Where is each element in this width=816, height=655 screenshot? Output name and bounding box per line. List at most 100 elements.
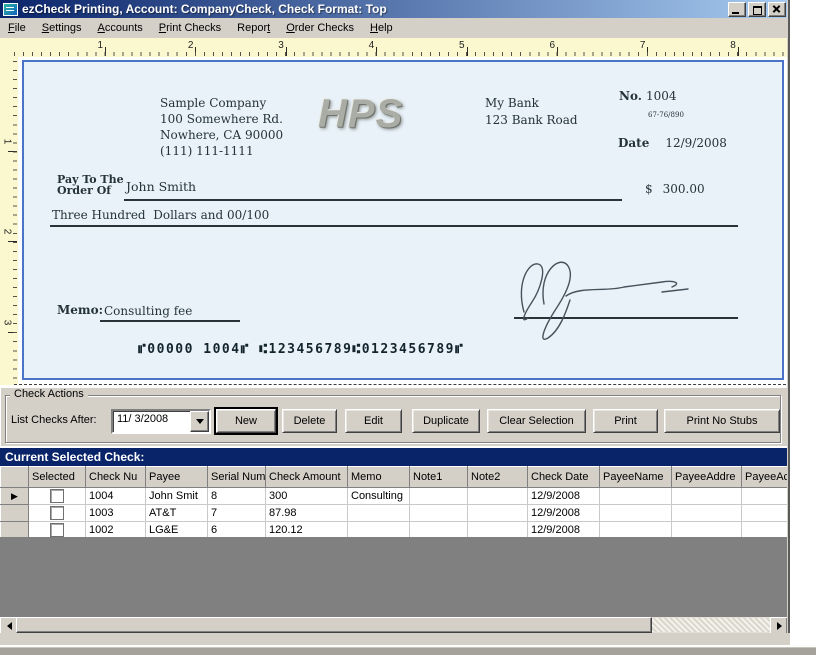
button-print[interactable]: Print bbox=[593, 409, 658, 433]
ruler-number: 7 bbox=[639, 40, 646, 51]
column-header-note2[interactable]: Note2 bbox=[467, 466, 528, 488]
ruler-number: 3 bbox=[278, 40, 284, 51]
column-header-payeeaddre[interactable]: PayeeAddre bbox=[671, 466, 742, 488]
cell-payeeac[interactable] bbox=[741, 521, 788, 539]
list-date-combobox[interactable]: 11/ 3/2008 bbox=[111, 409, 211, 434]
cell-note2[interactable] bbox=[467, 504, 528, 522]
button-print-no-stubs[interactable]: Print No Stubs bbox=[664, 409, 780, 433]
ruler-number: 8 bbox=[730, 40, 736, 51]
menu-help[interactable]: Help bbox=[362, 19, 401, 37]
column-header-payeeac[interactable]: PayeeAc bbox=[741, 466, 788, 488]
button-duplicate[interactable]: Duplicate bbox=[412, 409, 480, 433]
menu-file[interactable]: File bbox=[0, 19, 34, 37]
cell-payee[interactable]: LG&E bbox=[145, 521, 208, 539]
ruler-horizontal: 1 2 3 4 5 6 7 8 bbox=[0, 38, 787, 58]
cell-note2[interactable] bbox=[467, 487, 528, 505]
button-new[interactable]: New bbox=[214, 407, 278, 435]
row-checkbox[interactable] bbox=[50, 506, 64, 520]
close-button[interactable] bbox=[768, 2, 786, 17]
selected-cell[interactable] bbox=[28, 487, 86, 505]
cell-payee[interactable]: John Smit bbox=[145, 487, 208, 505]
column-header-check-nu[interactable]: Check Nu bbox=[85, 466, 146, 488]
row-checkbox[interactable] bbox=[50, 523, 64, 537]
button-clear-selection[interactable]: Clear Selection bbox=[487, 409, 586, 433]
cell-memo[interactable]: Consulting bbox=[347, 487, 410, 505]
menu-print-checks[interactable]: Print Checks bbox=[151, 19, 229, 37]
cell-payeeaddre[interactable] bbox=[671, 487, 742, 505]
menu-report[interactable]: Report bbox=[229, 19, 278, 37]
cell-payeeac[interactable] bbox=[741, 487, 788, 505]
row-selector[interactable] bbox=[0, 504, 29, 522]
check-preview-area: Sample Company 100 Somewhere Rd. Nowhere, … bbox=[18, 57, 787, 389]
payee-underline bbox=[124, 199, 622, 201]
scroll-right-icon bbox=[776, 622, 786, 630]
cell-check-date[interactable]: 12/9/2008 bbox=[527, 504, 600, 522]
cell-check-amount[interactable]: 120.12 bbox=[265, 521, 348, 539]
selected-cell[interactable] bbox=[28, 504, 86, 522]
cell-payee[interactable]: AT&T bbox=[145, 504, 208, 522]
cell-payeename[interactable] bbox=[599, 521, 672, 539]
cell-check-amount[interactable]: 300 bbox=[265, 487, 348, 505]
signature-scribble bbox=[520, 261, 689, 340]
column-header-check-date[interactable]: Check Date bbox=[527, 466, 600, 488]
cell-serial-num[interactable]: 7 bbox=[207, 504, 266, 522]
button-delete[interactable]: Delete bbox=[282, 409, 337, 433]
micr-line: ⑈00000 1004⑈ ⑆123456789⑆0123456789⑈ bbox=[138, 342, 465, 357]
cell-memo[interactable] bbox=[347, 504, 410, 522]
table-row[interactable]: 1002 LG&E 6 120.12 12/9/2008 bbox=[0, 521, 788, 539]
cell-payeeaddre[interactable] bbox=[671, 521, 742, 539]
cell-payeename[interactable] bbox=[599, 504, 672, 522]
menu-settings[interactable]: Settings bbox=[34, 19, 90, 37]
window-title: ezCheck Printing, Account: CompanyCheck,… bbox=[22, 2, 387, 16]
restore-icon bbox=[753, 6, 762, 15]
cell-check-nu[interactable]: 1002 bbox=[85, 521, 146, 539]
column-header-selected[interactable]: Selected bbox=[28, 466, 86, 488]
cell-check-amount[interactable]: 87.98 bbox=[265, 504, 348, 522]
cell-payeename[interactable] bbox=[599, 487, 672, 505]
row-selector[interactable] bbox=[0, 521, 29, 539]
ezcheck-window: ezCheck Printing, Account: CompanyCheck,… bbox=[0, 0, 816, 655]
cell-payeeaddre[interactable] bbox=[671, 504, 742, 522]
cell-check-date[interactable]: 12/9/2008 bbox=[527, 521, 600, 539]
minimize-button[interactable] bbox=[728, 2, 746, 17]
selected-cell[interactable] bbox=[28, 521, 86, 539]
cell-check-nu[interactable]: 1004 bbox=[85, 487, 146, 505]
row-selector[interactable]: ▶ bbox=[0, 487, 29, 505]
column-header-payeename[interactable]: PayeeName bbox=[599, 466, 672, 488]
list-date-value[interactable]: 11/ 3/2008 bbox=[113, 411, 190, 432]
app-icon bbox=[3, 2, 18, 16]
cell-serial-num[interactable]: 6 bbox=[207, 521, 266, 539]
scrollbar-track[interactable] bbox=[652, 618, 770, 632]
column-header-serial-num[interactable]: Serial Num bbox=[207, 466, 266, 488]
cell-note1[interactable] bbox=[409, 521, 468, 539]
cell-check-nu[interactable]: 1003 bbox=[85, 504, 146, 522]
table-row[interactable]: ▶ 1004 John Smit 8 300 Consulting 12/9/2008 bbox=[0, 487, 788, 505]
cell-note1[interactable] bbox=[409, 487, 468, 505]
scrollbar-thumb[interactable] bbox=[16, 617, 652, 633]
column-header-check-amount[interactable]: Check Amount bbox=[265, 466, 348, 488]
cell-payeeac[interactable] bbox=[741, 504, 788, 522]
cell-note2[interactable] bbox=[467, 521, 528, 539]
cell-note1[interactable] bbox=[409, 504, 468, 522]
check-paper[interactable]: Sample Company 100 Somewhere Rd. Nowhere, … bbox=[22, 60, 784, 380]
restore-button[interactable] bbox=[748, 2, 766, 17]
column-header-payee[interactable]: Payee bbox=[145, 466, 208, 488]
column-header-memo[interactable]: Memo bbox=[347, 466, 410, 488]
window-bottom-strip bbox=[0, 633, 790, 645]
button-edit[interactable]: Edit bbox=[345, 409, 402, 433]
menu-order-checks[interactable]: Order Checks bbox=[278, 19, 362, 37]
combo-dropdown-button[interactable] bbox=[190, 411, 209, 432]
column-header-note1[interactable]: Note1 bbox=[409, 466, 468, 488]
table-row[interactable]: 1003 AT&T 7 87.98 12/9/2008 bbox=[0, 504, 788, 522]
cell-check-date[interactable]: 12/9/2008 bbox=[527, 487, 600, 505]
ruler-number: 4 bbox=[368, 40, 375, 51]
row-checkbox[interactable] bbox=[50, 489, 64, 503]
ruler-number: 5 bbox=[459, 40, 465, 51]
horizontal-scrollbar[interactable] bbox=[0, 617, 788, 635]
cell-memo[interactable] bbox=[347, 521, 410, 539]
ruler-major-tick bbox=[8, 331, 17, 333]
menu-accounts[interactable]: Accounts bbox=[90, 19, 151, 37]
logo-watermark: HPS bbox=[318, 92, 404, 136]
cell-serial-num[interactable]: 8 bbox=[207, 487, 266, 505]
bank-block: My Bank 123 Bank Road bbox=[485, 96, 578, 127]
